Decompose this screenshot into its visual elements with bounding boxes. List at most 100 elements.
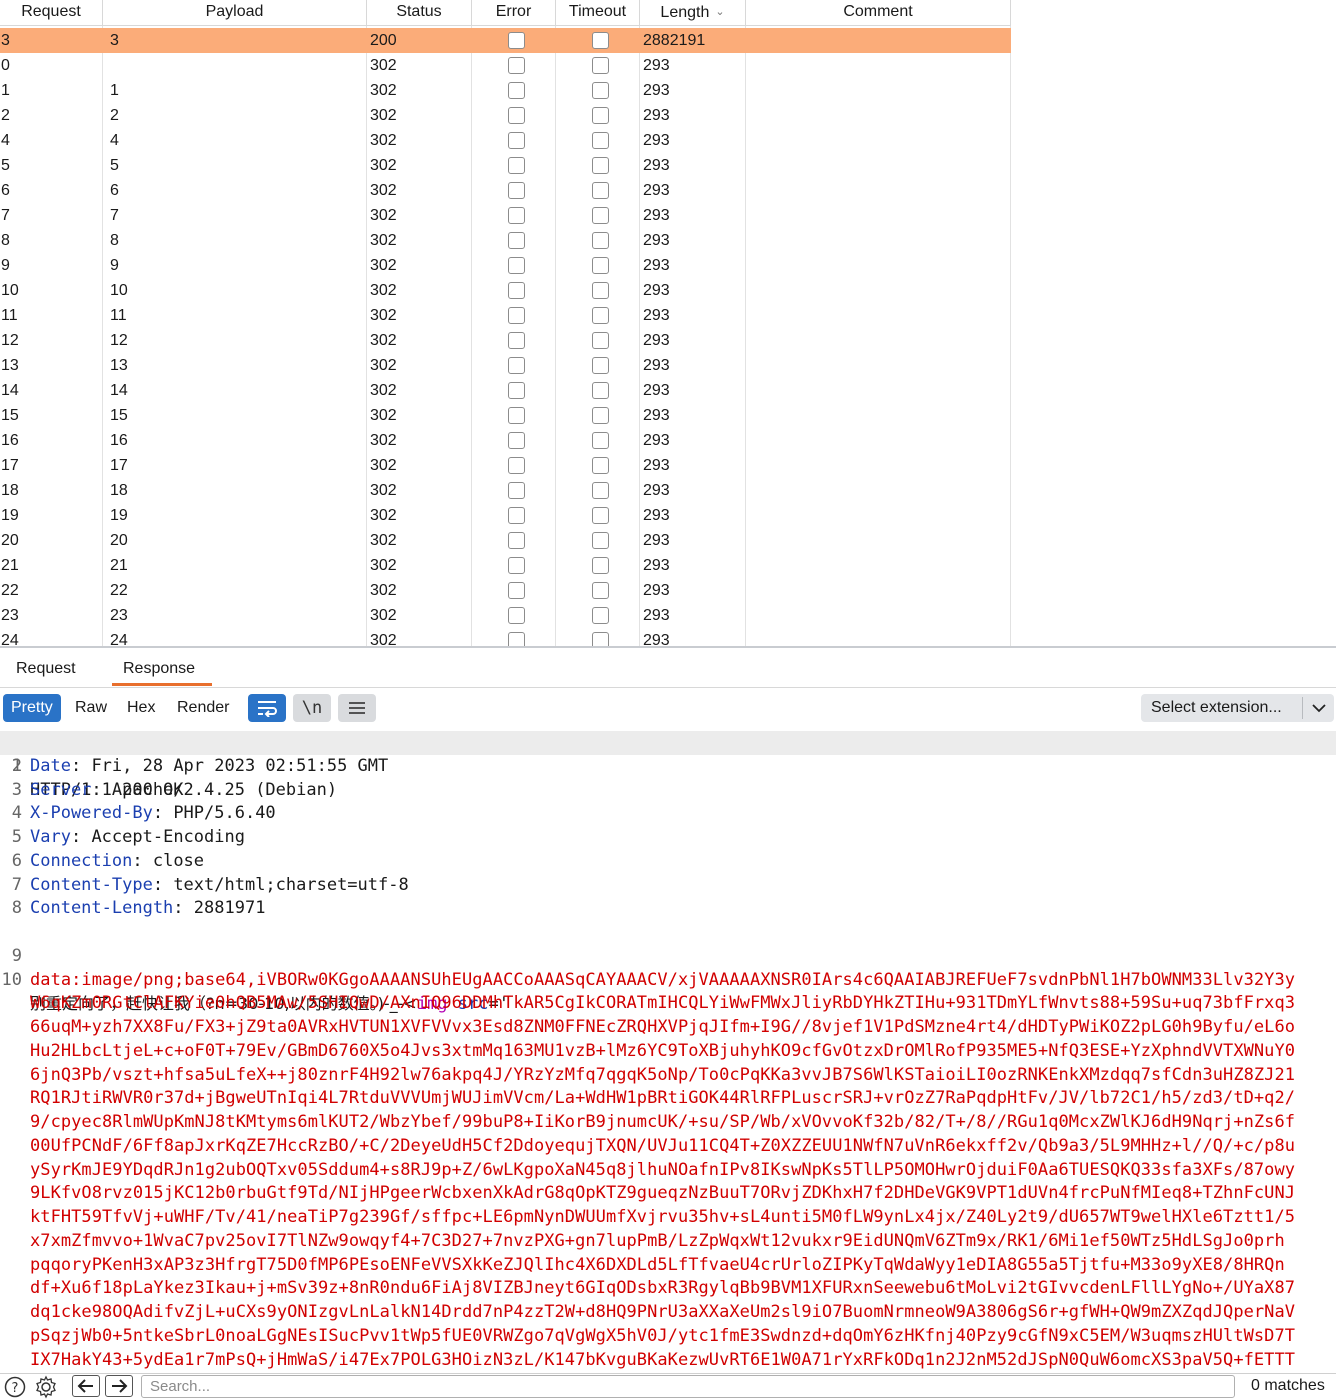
- error-checkbox[interactable]: [508, 432, 525, 449]
- error-checkbox[interactable]: [508, 257, 525, 274]
- error-checkbox[interactable]: [508, 582, 525, 599]
- comment-cell[interactable]: [745, 303, 1011, 328]
- timeout-checkbox[interactable]: [592, 157, 609, 174]
- response-editor[interactable]: 1 HTTP/1.1 200 OK 2 Date: Fri, 28 Apr 202…: [0, 731, 1336, 1371]
- comment-cell[interactable]: [745, 278, 1011, 303]
- timeout-checkbox[interactable]: [592, 557, 609, 574]
- error-checkbox[interactable]: [508, 207, 525, 224]
- table-row[interactable]: 11 11 302 293: [0, 303, 1011, 328]
- error-checkbox[interactable]: [508, 382, 525, 399]
- timeout-checkbox[interactable]: [592, 482, 609, 499]
- table-row[interactable]: 10 10 302 293: [0, 278, 1011, 303]
- timeout-checkbox[interactable]: [592, 107, 609, 124]
- help-icon[interactable]: ?: [2, 1375, 27, 1398]
- timeout-checkbox[interactable]: [592, 232, 609, 249]
- column-header-payload[interactable]: Payload: [103, 0, 367, 26]
- table-row[interactable]: 15 15 302 293: [0, 403, 1011, 428]
- timeout-checkbox[interactable]: [592, 132, 609, 149]
- table-row[interactable]: 14 14 302 293: [0, 378, 1011, 403]
- comment-cell[interactable]: [745, 178, 1011, 203]
- table-row[interactable]: 4 4 302 293: [0, 128, 1011, 153]
- error-checkbox[interactable]: [508, 182, 525, 199]
- timeout-checkbox[interactable]: [592, 382, 609, 399]
- error-checkbox[interactable]: [508, 232, 525, 249]
- table-row[interactable]: 21 21 302 293: [0, 553, 1011, 578]
- timeout-checkbox[interactable]: [592, 32, 609, 49]
- previous-match-button[interactable]: [72, 1375, 100, 1397]
- error-checkbox[interactable]: [508, 307, 525, 324]
- comment-cell[interactable]: [745, 378, 1011, 403]
- timeout-checkbox[interactable]: [592, 582, 609, 599]
- pretty-button[interactable]: Pretty: [3, 694, 61, 722]
- error-checkbox[interactable]: [508, 357, 525, 374]
- table-row[interactable]: 7 7 302 293: [0, 203, 1011, 228]
- comment-cell[interactable]: [745, 528, 1011, 553]
- table-row[interactable]: 23 23 302 293: [0, 603, 1011, 628]
- comment-cell[interactable]: [745, 403, 1011, 428]
- error-checkbox[interactable]: [508, 32, 525, 49]
- timeout-checkbox[interactable]: [592, 257, 609, 274]
- show-newlines-button[interactable]: \n: [293, 694, 331, 722]
- timeout-checkbox[interactable]: [592, 82, 609, 99]
- error-checkbox[interactable]: [508, 407, 525, 424]
- comment-cell[interactable]: [745, 628, 1011, 648]
- splitter-handle-icon[interactable]: •••: [662, 646, 676, 649]
- error-checkbox[interactable]: [508, 532, 525, 549]
- table-row[interactable]: 19 19 302 293: [0, 503, 1011, 528]
- error-checkbox[interactable]: [508, 482, 525, 499]
- column-header-comment[interactable]: Comment: [746, 0, 1011, 26]
- table-row[interactable]: 5 5 302 293: [0, 153, 1011, 178]
- column-header-status[interactable]: Status: [367, 0, 472, 26]
- timeout-checkbox[interactable]: [592, 457, 609, 474]
- table-row[interactable]: 18 18 302 293: [0, 478, 1011, 503]
- timeout-checkbox[interactable]: [592, 207, 609, 224]
- tab-request[interactable]: Request: [16, 660, 76, 678]
- next-match-button[interactable]: [105, 1375, 133, 1397]
- timeout-checkbox[interactable]: [592, 357, 609, 374]
- timeout-checkbox[interactable]: [592, 332, 609, 349]
- comment-cell[interactable]: [745, 53, 1011, 78]
- table-row[interactable]: 9 9 302 293: [0, 253, 1011, 278]
- error-checkbox[interactable]: [508, 82, 525, 99]
- table-row[interactable]: 17 17 302 293: [0, 453, 1011, 478]
- table-row[interactable]: 20 20 302 293: [0, 528, 1011, 553]
- search-input[interactable]: [141, 1375, 1235, 1398]
- select-extension-dropdown[interactable]: Select extension...: [1141, 694, 1334, 722]
- table-row[interactable]: 16 16 302 293: [0, 428, 1011, 453]
- error-checkbox[interactable]: [508, 332, 525, 349]
- comment-cell[interactable]: [745, 153, 1011, 178]
- error-checkbox[interactable]: [508, 557, 525, 574]
- table-row[interactable]: 12 12 302 293: [0, 328, 1011, 353]
- comment-cell[interactable]: [745, 453, 1011, 478]
- error-checkbox[interactable]: [508, 132, 525, 149]
- comment-cell[interactable]: [745, 253, 1011, 278]
- column-header-error[interactable]: Error: [472, 0, 556, 26]
- timeout-checkbox[interactable]: [592, 307, 609, 324]
- error-checkbox[interactable]: [508, 107, 525, 124]
- table-row[interactable]: 8 8 302 293: [0, 228, 1011, 253]
- error-checkbox[interactable]: [508, 607, 525, 624]
- table-row[interactable]: 13 13 302 293: [0, 353, 1011, 378]
- comment-cell[interactable]: [745, 28, 1011, 53]
- comment-cell[interactable]: [745, 353, 1011, 378]
- comment-cell[interactable]: [745, 578, 1011, 603]
- timeout-checkbox[interactable]: [592, 407, 609, 424]
- comment-cell[interactable]: [745, 203, 1011, 228]
- gear-icon[interactable]: [33, 1375, 58, 1398]
- comment-cell[interactable]: [745, 228, 1011, 253]
- column-header-request[interactable]: Request: [0, 0, 103, 26]
- hex-button[interactable]: Hex: [119, 694, 163, 722]
- column-header-length[interactable]: Length ⌄: [640, 0, 746, 26]
- comment-cell[interactable]: [745, 328, 1011, 353]
- comment-cell[interactable]: [745, 503, 1011, 528]
- error-checkbox[interactable]: [508, 57, 525, 74]
- comment-cell[interactable]: [745, 78, 1011, 103]
- error-checkbox[interactable]: [508, 282, 525, 299]
- word-wrap-button[interactable]: [248, 694, 286, 722]
- timeout-checkbox[interactable]: [592, 57, 609, 74]
- table-row[interactable]: 6 6 302 293: [0, 178, 1011, 203]
- timeout-checkbox[interactable]: [592, 282, 609, 299]
- table-row[interactable]: 3 3 200 2882191: [0, 28, 1011, 53]
- comment-cell[interactable]: [745, 478, 1011, 503]
- comment-cell[interactable]: [745, 603, 1011, 628]
